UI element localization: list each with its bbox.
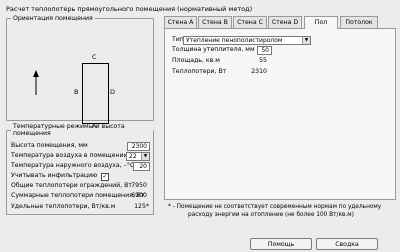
floor-loss-value: 2310 xyxy=(251,68,267,75)
indoor-temp-label: Температура воздуха в помещении, °С xyxy=(11,152,139,159)
room-height-label: Высота помещения, мм xyxy=(11,142,88,149)
checkmark-icon: ✓ xyxy=(102,173,108,180)
footnote-line-1: * - Помещение не соответствует современн… xyxy=(168,204,382,210)
footnote-line-2: расходу энергии на отопление (не более 1… xyxy=(188,212,354,218)
tab-floor[interactable]: Пол xyxy=(304,16,338,29)
wall-label-b[interactable]: B xyxy=(74,89,78,96)
indoor-temp-value: 22 xyxy=(129,153,137,160)
infiltration-checkbox[interactable]: ✓ xyxy=(101,173,109,181)
summary-button[interactable]: Сводка xyxy=(316,238,378,250)
orientation-group: Ориентация помещения C B D A xyxy=(6,15,154,130)
floor-tab-panel: Тип Утепление пенополистиролом ▼ Толщина… xyxy=(164,28,396,200)
walls-loss-label: Общие теплопотери ограждений, Вт xyxy=(11,182,132,189)
specific-loss-value: 125* xyxy=(134,203,149,210)
orientation-legend: Ориентация помещения xyxy=(13,15,93,22)
window-title: Расчет теплопотерь прямоугольного помеще… xyxy=(6,5,253,13)
floor-area-label: Площадь, кв.м xyxy=(172,57,220,64)
chevron-down-icon[interactable]: ▼ xyxy=(141,153,149,160)
total-loss-value: 6900 xyxy=(131,192,147,199)
specific-loss-label: Удельные теплопотери, Вт/кв.м xyxy=(11,203,116,210)
temperature-legend: Температурные режимы и высота помещения xyxy=(13,123,125,137)
tab-wall-b[interactable]: Стена B xyxy=(198,16,232,28)
insulation-thickness-label: Толщина утеплителя, мм xyxy=(172,46,255,53)
floor-type-select[interactable]: Утепление пенополистиролом ▼ xyxy=(183,36,311,45)
tabs-container: Стена А Стена B Стена C Стена D Пол Пото… xyxy=(164,16,396,234)
indoor-temp-select[interactable]: 22 ▼ xyxy=(126,152,150,161)
tab-wall-c[interactable]: Стена C xyxy=(233,16,267,28)
chevron-down-icon[interactable]: ▼ xyxy=(302,37,310,44)
infiltration-label: Учитывать инфильтрацию xyxy=(11,172,98,179)
floor-loss-label: Теплопотери, Вт xyxy=(172,68,227,75)
room-outline xyxy=(82,63,109,124)
arrow-up-icon xyxy=(33,70,39,95)
outdoor-temp-label: Температура наружного воздуха, –°С xyxy=(11,162,135,169)
tab-wall-a[interactable]: Стена А xyxy=(164,16,197,28)
wall-label-d[interactable]: D xyxy=(110,89,115,96)
temperature-group: Температурные режимы и высота помещения … xyxy=(6,123,154,215)
help-button[interactable]: Помощь xyxy=(250,238,312,250)
walls-loss-value: 7950 xyxy=(131,182,147,189)
wall-label-c[interactable]: C xyxy=(92,54,97,61)
outdoor-temp-input[interactable]: 20 xyxy=(133,162,150,171)
room-height-input[interactable]: 2300 xyxy=(127,142,150,151)
floor-area-value: 55 xyxy=(259,57,267,64)
insulation-thickness-input[interactable]: 50 xyxy=(257,46,272,55)
tab-ceiling[interactable]: Потолок xyxy=(340,16,378,28)
tab-wall-d[interactable]: Стена D xyxy=(268,16,302,28)
floor-type-value: Утепление пенополистиролом xyxy=(186,37,283,44)
